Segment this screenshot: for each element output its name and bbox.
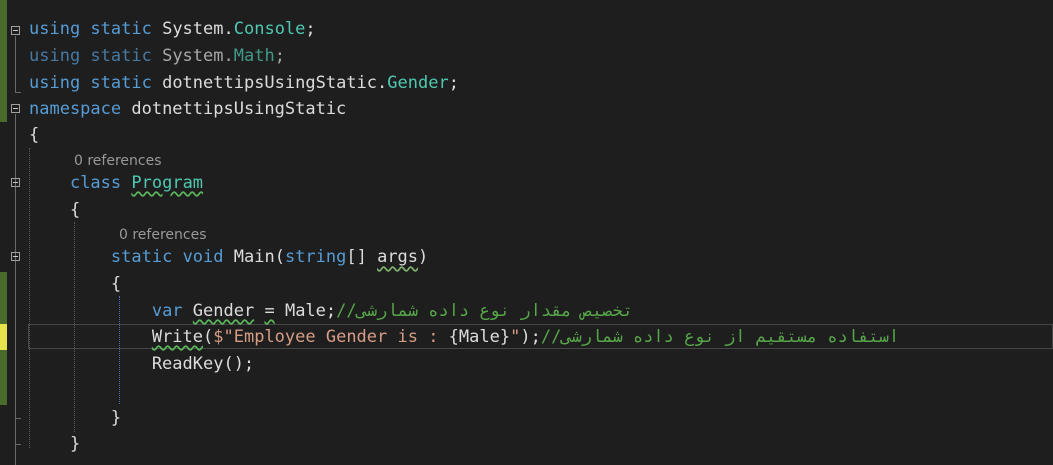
brace: } [29,408,122,428]
keyword: static [80,73,163,93]
code-line-14[interactable]: } [29,405,121,431]
keyword: using [29,19,81,39]
punctuation: ; [448,73,459,93]
brace: { [29,274,122,294]
keyword: namespace [29,99,122,119]
comment: //استفاده مستقیم از نوع داده شمارشی [540,327,900,347]
type-name: Math [233,46,275,66]
type-name: Gender [387,73,449,93]
statement: ReadKey(); [29,354,255,374]
collapse-toggle-icon[interactable] [11,104,20,113]
keyword: static [110,247,173,267]
punctuation: ( [203,327,214,347]
code-line-1[interactable]: using static System.Console; [29,16,316,42]
parameter-name: args [377,247,419,267]
code-line-2[interactable]: using static System.Math; [29,43,285,69]
code-line-5[interactable]: { [29,122,39,148]
punctuation: . [223,46,234,66]
collapse-toggle-icon[interactable] [11,26,20,35]
code-line-12[interactable]: ReadKey(); [29,351,254,377]
class-name: Program [131,173,204,193]
keyword: using [29,73,81,93]
fold-guide-end [15,92,21,93]
code-line-9[interactable]: { [29,271,121,297]
code-line-8[interactable]: static void Main(string[] args) [29,244,428,270]
collapse-toggle-icon[interactable] [11,178,20,187]
code-line-6[interactable]: class Program [29,170,203,196]
fold-guide [15,36,16,92]
change-marker [0,0,7,122]
punctuation: [] [346,247,378,267]
type-name: Console [233,19,306,39]
namespace-name: dotnettipsUsingStatic [121,99,347,119]
namespace-name: dotnettipsUsingStatic [162,73,378,93]
brace: { [29,200,81,220]
punctuation: ) [418,247,429,267]
code-line-15[interactable]: } [29,431,80,457]
fold-guide [15,262,16,418]
codelens-references[interactable]: 0 references [74,151,162,171]
code-line-7[interactable]: { [29,197,80,223]
string-literal: " [510,327,521,347]
keyword: class [69,173,122,193]
collapse-toggle-icon[interactable] [11,252,20,261]
code-line-11[interactable]: Write($"Employee Gender is : {Male}");//… [29,324,899,350]
punctuation: . [377,73,388,93]
punctuation: ; [305,19,316,39]
method-name: Main( [223,247,285,267]
punctuation: . [223,19,234,39]
keyword: string [284,247,347,267]
keyword: using [29,46,81,66]
namespace-name: System [162,46,224,66]
keyword: static [80,46,163,66]
code-line-10[interactable]: var Gender = Male;//تخصیص مقدار نوع داده… [29,298,633,324]
method-name: Write [151,327,204,347]
change-marker [0,350,7,405]
unsaved-change-marker [0,324,7,350]
codelens-references[interactable]: 0 references [119,225,207,245]
change-marker [0,272,7,324]
punctuation: ); [520,327,541,347]
brace: } [29,434,81,454]
fold-guide-end [15,444,21,445]
string-literal: $"Employee Gender is : [213,327,449,347]
keyword: static [80,19,163,39]
operator: = [264,301,275,321]
code-line-3[interactable]: using static dotnettipsUsingStatic.Gende… [29,70,459,96]
namespace-name: System [162,19,224,39]
editor-gutter [0,0,28,465]
variable-name: Gender [192,301,255,321]
punctuation: ; [274,46,285,66]
comment: //تخصیص مقدار نوع داده شمارشی [336,301,633,321]
keyword: var [151,301,183,321]
brace: { [29,125,40,145]
interpolation: {Male} [448,327,511,347]
value: Male; [274,301,337,321]
code-line-4[interactable]: namespace dotnettipsUsingStatic [29,96,346,122]
fold-guide-end [15,418,21,419]
keyword: void [182,247,224,267]
